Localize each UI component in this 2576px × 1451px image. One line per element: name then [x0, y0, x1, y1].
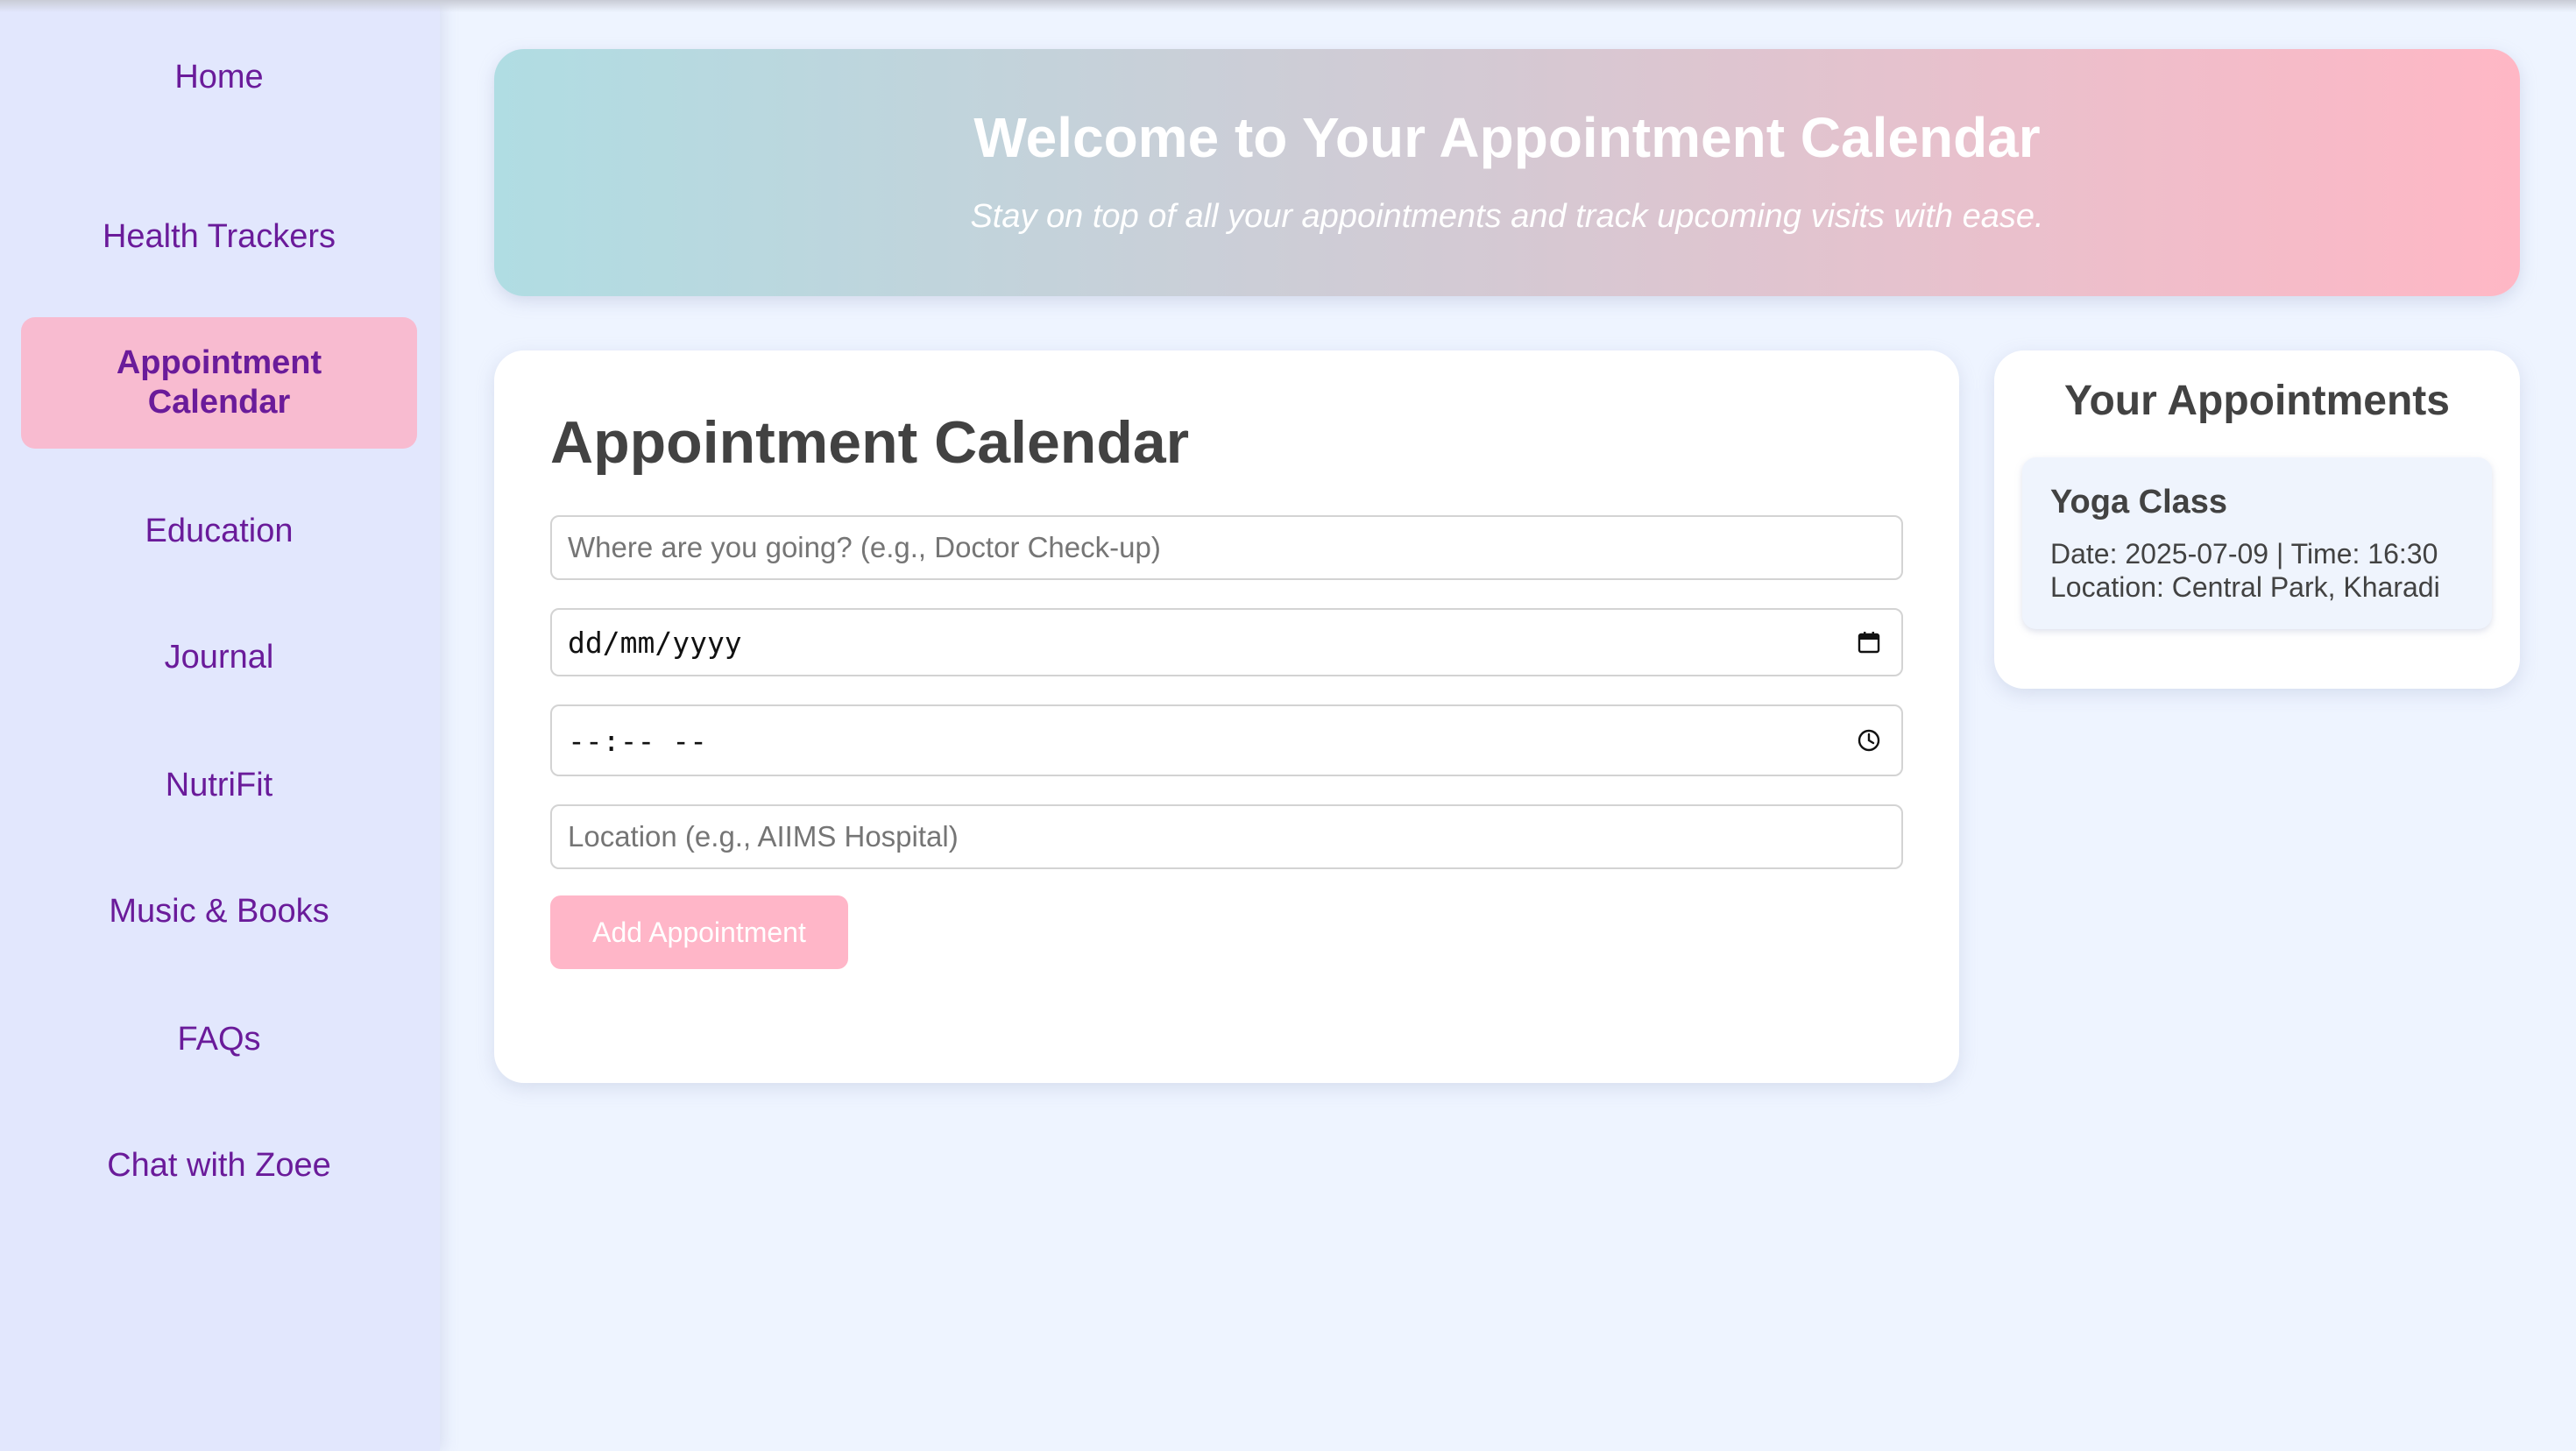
- location-input[interactable]: Location (e.g., AIIMS Hospital): [550, 804, 1903, 869]
- time-value: --:-- --: [568, 723, 707, 758]
- sidebar-item-faqs[interactable]: FAQs: [21, 1006, 417, 1072]
- location-placeholder: Location (e.g., AIIMS Hospital): [568, 820, 959, 853]
- add-appointment-button[interactable]: Add Appointment: [550, 895, 848, 969]
- appointment-datetime: Date: 2025-07-09 | Time: 16:30: [2050, 538, 2438, 570]
- appointments-list-card: Your Appointments Yoga Class Date: 2025-…: [1994, 350, 2520, 689]
- sidebar-item-appointment-calendar[interactable]: Appointment Calendar: [21, 317, 417, 449]
- date-input[interactable]: dd/mm/yyyy: [550, 608, 1903, 676]
- sidebar-item-home[interactable]: Home: [21, 44, 417, 110]
- appointment-item: Yoga Class Date: 2025-07-09 | Time: 16:3…: [2022, 457, 2492, 629]
- sidebar-item-label: Appointment Calendar: [116, 344, 322, 421]
- sidebar-item-nutrifit[interactable]: NutriFit: [21, 752, 417, 818]
- sidebar-item-chat-with-zoee[interactable]: Chat with Zoee: [21, 1132, 417, 1199]
- sidebar-item-music-books[interactable]: Music & Books: [21, 878, 417, 945]
- banner-title: Welcome to Your Appointment Calendar: [973, 106, 2041, 169]
- form-title: Appointment Calendar: [550, 409, 1190, 476]
- sidebar: Home Health Trackers Appointment Calenda…: [0, 0, 440, 1451]
- banner-subtitle: Stay on top of all your appointments and…: [970, 198, 2044, 235]
- sidebar-item-education[interactable]: Education: [21, 498, 417, 564]
- calendar-icon[interactable]: [1856, 629, 1882, 655]
- date-value: dd/mm/yyyy: [568, 625, 742, 660]
- purpose-placeholder: Where are you going? (e.g., Doctor Check…: [568, 531, 1161, 563]
- appointment-name: Yoga Class: [2050, 484, 2228, 520]
- sidebar-item-journal[interactable]: Journal: [21, 624, 417, 690]
- purpose-input[interactable]: Where are you going? (e.g., Doctor Check…: [550, 515, 1903, 580]
- appointments-title: Your Appointments: [2064, 378, 2450, 424]
- time-input[interactable]: --:-- --: [550, 704, 1903, 776]
- top-shadow: [0, 0, 2576, 12]
- appointment-form-card: Appointment Calendar Where are you going…: [494, 350, 1959, 1083]
- welcome-banner: Welcome to Your Appointment Calendar Sta…: [494, 49, 2520, 296]
- appointment-location: Location: Central Park, Kharadi: [2050, 571, 2440, 603]
- sidebar-item-health-trackers[interactable]: Health Trackers: [21, 203, 417, 270]
- clock-icon[interactable]: [1856, 727, 1882, 754]
